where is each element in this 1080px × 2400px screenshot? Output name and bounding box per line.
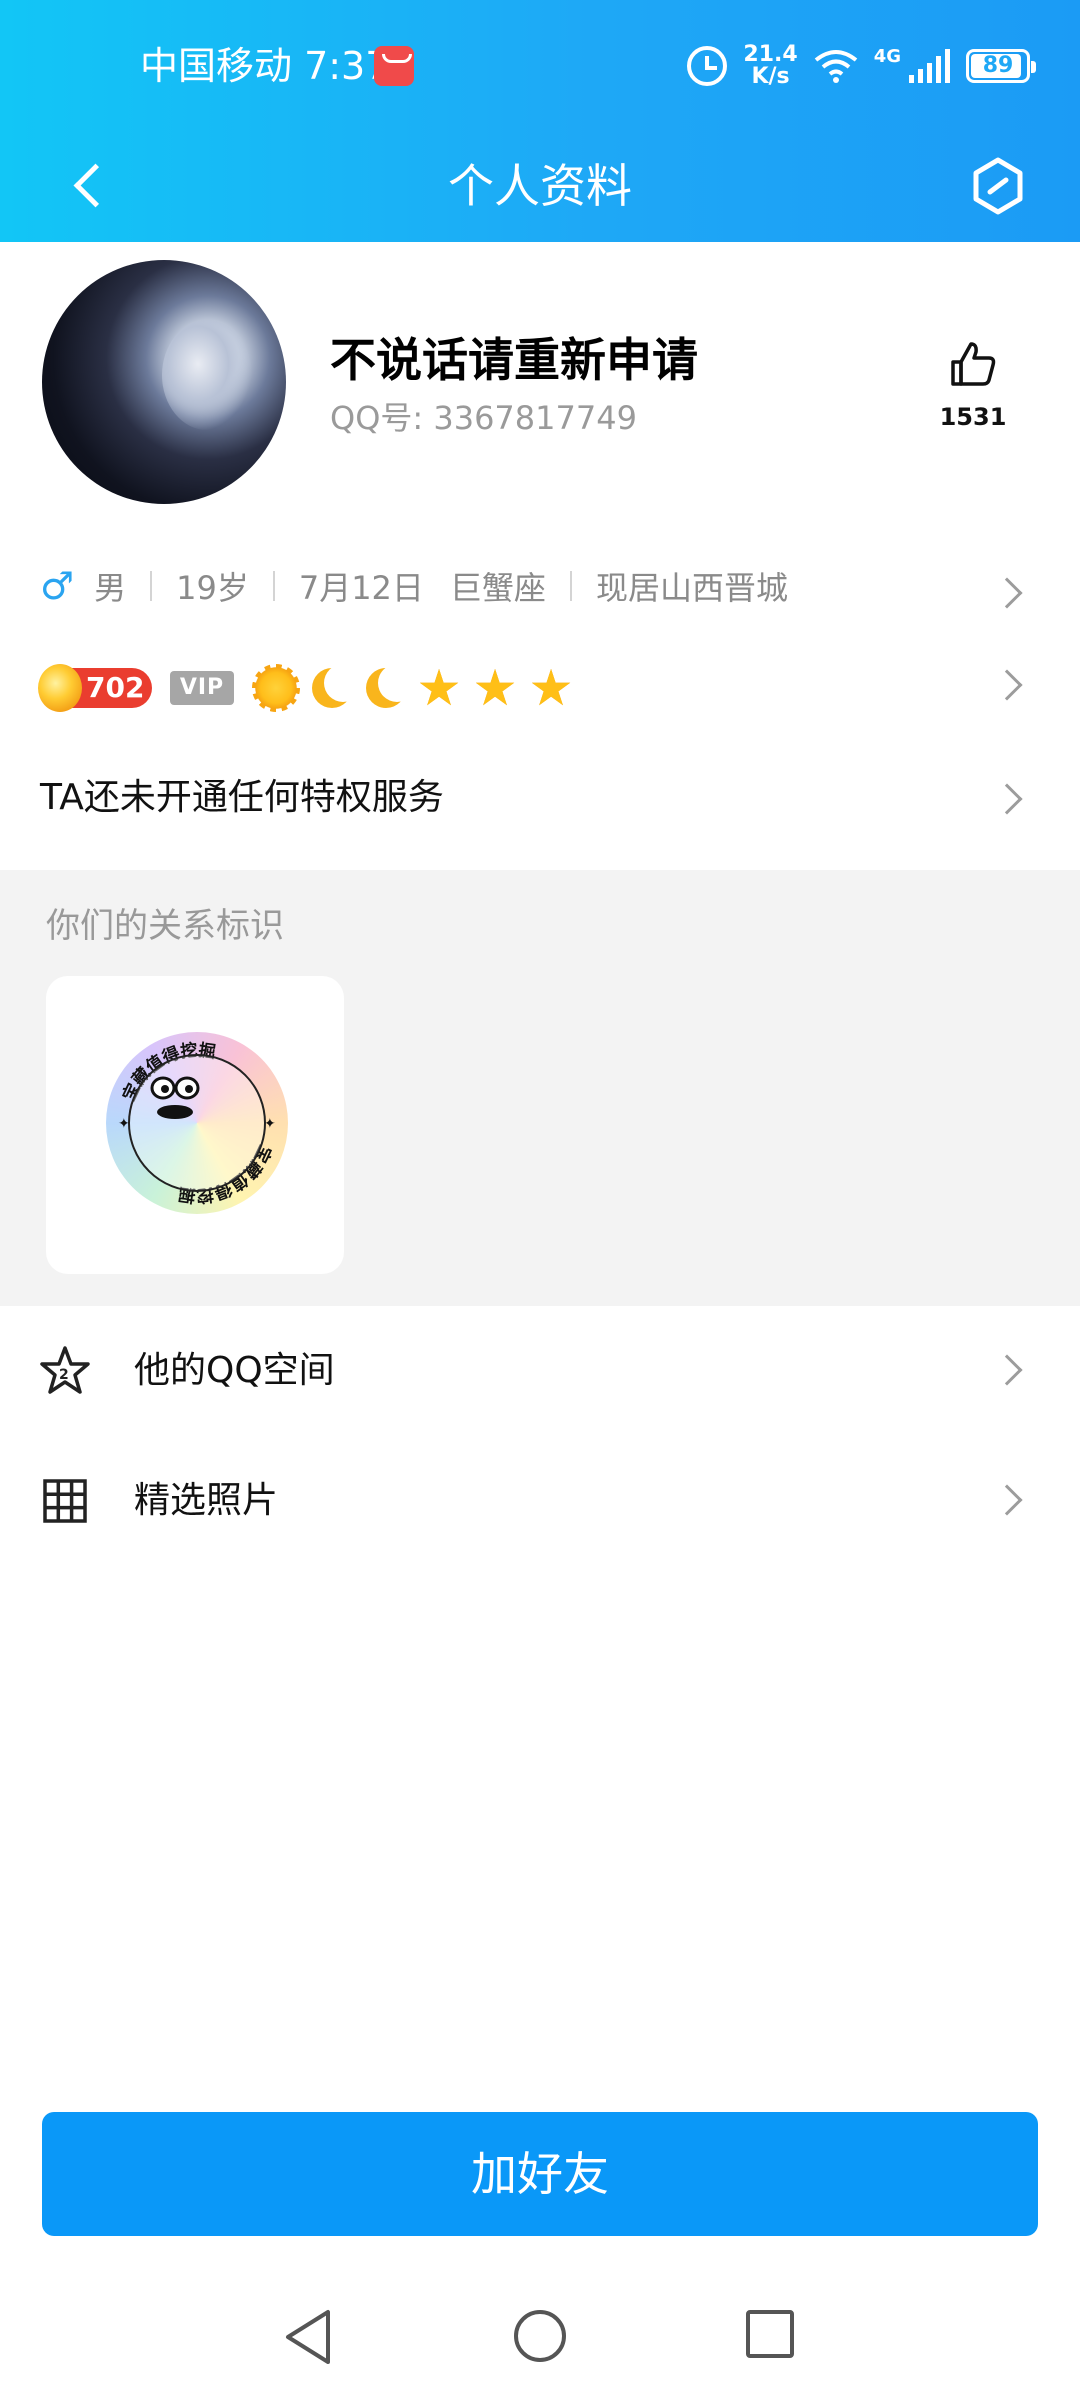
network-type-label: 4G: [873, 46, 901, 67]
profile-name: 不说话请重新申请: [330, 333, 698, 387]
qq-number: 3367817749: [433, 399, 637, 437]
profile-info-row[interactable]: ♂ 男 19岁 7月12日 巨蟹座 现居山西晋城: [40, 556, 1040, 616]
level-number: 702: [86, 671, 145, 704]
divider: [150, 571, 153, 601]
status-icons: 21.4 K/s 4G 89: [687, 40, 1036, 92]
age: 19岁: [176, 569, 249, 607]
moon-icon: [360, 664, 416, 712]
badge-row[interactable]: 702 VIP ★ ★ ★: [38, 656, 576, 720]
star-icon: ★: [528, 659, 574, 717]
list-item-qzone[interactable]: 2 他的QQ空间: [0, 1304, 1080, 1434]
svg-text:2: 2: [59, 1367, 69, 1383]
nav-home-icon[interactable]: [514, 2310, 566, 2362]
qq-number-line: QQ号: 3367817749: [330, 396, 637, 440]
alarm-icon: [687, 46, 728, 86]
divider: [569, 571, 572, 601]
star-icon: ★: [416, 659, 462, 717]
app-notification-icon: [374, 46, 414, 86]
divider: [272, 571, 275, 601]
grid-icon: [43, 1479, 87, 1523]
nav-bar: 个人资料: [0, 130, 1080, 242]
location: 现居山西晋城: [595, 569, 788, 607]
net-speed-value: 21.4: [743, 42, 798, 67]
relationship-title: 你们的关系标识: [46, 906, 284, 946]
like-button[interactable]: 1531: [930, 336, 1016, 432]
signal-icon: [909, 49, 950, 83]
male-icon: ♂: [40, 564, 75, 608]
battery-icon: 89: [966, 49, 1036, 83]
gender: 男: [94, 569, 127, 607]
relationship-section: 你们的关系标识 宝藏值得挖掘 宝藏值得挖掘 ✦ ✦: [0, 870, 1080, 1306]
chevron-right-icon: [991, 1354, 1023, 1386]
relationship-card[interactable]: 宝藏值得挖掘 宝藏值得挖掘 ✦ ✦: [46, 976, 344, 1274]
thumbs-up-icon: [951, 342, 996, 386]
chevron-right-icon: [991, 669, 1023, 701]
star-icon: ★: [472, 659, 518, 717]
level-badge: 702: [38, 664, 152, 712]
coin-icon: [38, 664, 82, 712]
page-title: 个人资料: [448, 159, 632, 213]
sun-icon: [252, 664, 300, 712]
system-nav-bar: [0, 2286, 1080, 2390]
status-bar: 中国移动 7:37 21.4 K/s 4G 89: [0, 0, 1080, 130]
net-speed: 21.4 K/s: [743, 44, 797, 88]
like-count: 1531: [939, 403, 1007, 431]
battery-level: 89: [982, 53, 1014, 78]
wifi-icon: [814, 50, 857, 83]
settings-icon[interactable]: [968, 156, 1028, 216]
header: 中国移动 7:37 21.4 K/s 4G 89 个人资料: [0, 0, 1080, 242]
vip-badge: VIP: [170, 671, 234, 705]
list-item-label: 精选照片: [134, 1480, 279, 1521]
level-icons: ★ ★ ★: [252, 659, 576, 717]
birthday: 7月12日: [298, 569, 424, 607]
nav-back-icon[interactable]: [282, 2308, 334, 2366]
zodiac: 巨蟹座: [449, 569, 546, 607]
relationship-emblem: 宝藏值得挖掘 宝藏值得挖掘 ✦ ✦: [106, 1032, 288, 1214]
chevron-right-icon: [991, 783, 1023, 815]
moon-icon: [306, 664, 362, 712]
chevron-right-icon: [991, 1484, 1023, 1516]
avatar[interactable]: [42, 260, 286, 504]
star-icon: 2: [40, 1346, 90, 1394]
add-friend-button[interactable]: 加好友: [42, 2112, 1038, 2236]
net-speed-unit: K/s: [751, 64, 790, 89]
privilege-row[interactable]: TA还未开通任何特权服务: [40, 770, 444, 826]
nav-recents-icon[interactable]: [746, 2310, 794, 2358]
list-item-label: 他的QQ空间: [134, 1350, 335, 1391]
carrier-time: 中国移动 7:37: [140, 44, 390, 88]
smiley-face-icon: [150, 1076, 200, 1119]
list-item-photos[interactable]: 精选照片: [0, 1434, 1080, 1564]
qq-label: QQ号:: [330, 399, 424, 437]
